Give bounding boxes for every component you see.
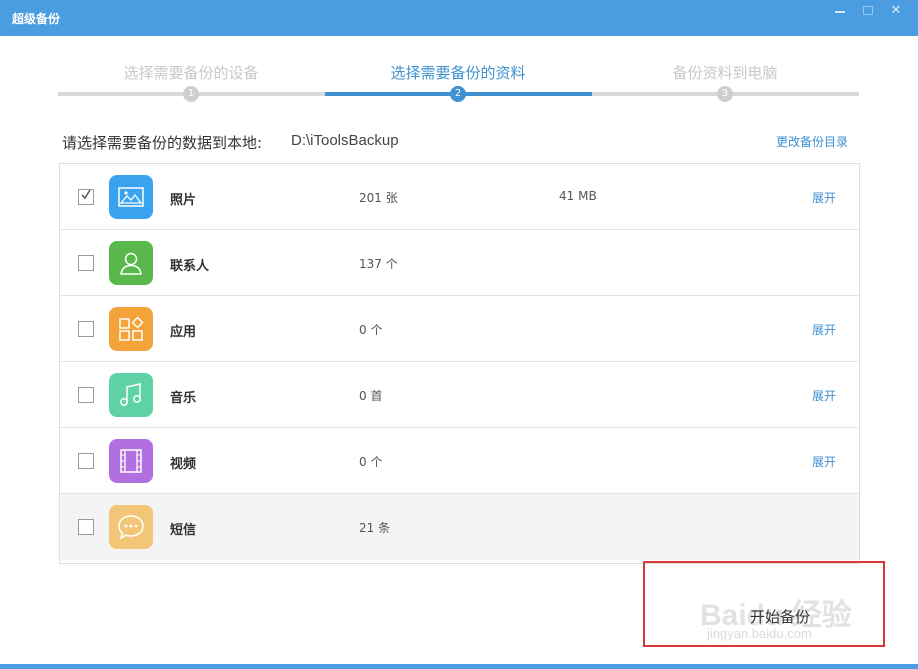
maximize-icon — [863, 5, 873, 15]
window-controls: ✕ — [826, 0, 910, 20]
watermark-url: jingyan.baidu.com — [707, 626, 812, 641]
item-name: 联系人 — [170, 259, 210, 274]
contact-icon — [109, 241, 153, 285]
apps-checkbox[interactable] — [78, 321, 94, 337]
item-count: 21 条 — [359, 521, 391, 535]
step-1-label: 选择需要备份的设备 — [123, 64, 259, 82]
expand-link[interactable]: 展开 — [812, 321, 836, 338]
contacts-checkbox[interactable] — [78, 255, 94, 271]
messages-checkbox[interactable] — [78, 519, 94, 535]
item-count: 0 个 — [359, 455, 383, 469]
step-2-label: 选择需要备份的资料 — [390, 64, 526, 82]
music-checkbox[interactable] — [78, 387, 94, 403]
maximize-button[interactable] — [854, 0, 882, 20]
list-item-video[interactable]: 视频 0 个 展开 — [60, 428, 859, 494]
expand-link[interactable]: 展开 — [812, 453, 836, 470]
item-count: 137 个 — [359, 257, 398, 271]
step-1-marker: 1 — [183, 86, 199, 102]
step-2-marker: 2 — [450, 86, 466, 102]
minimize-icon — [835, 11, 845, 13]
expand-link[interactable]: 展开 — [812, 189, 836, 206]
list-item-photos[interactable]: 照片 201 张 41 MB 展开 — [60, 164, 859, 230]
item-count: 0 首 — [359, 389, 383, 403]
item-count: 0 个 — [359, 323, 383, 337]
window-title: 超级备份 — [12, 12, 61, 26]
photos-checkbox[interactable] — [78, 189, 94, 205]
backup-directory-path: D:\iToolsBackup — [291, 132, 399, 149]
item-name: 短信 — [170, 523, 197, 538]
item-count: 201 张 — [359, 191, 398, 205]
item-name: 音乐 — [170, 391, 197, 406]
list-item-music[interactable]: 音乐 0 首 展开 — [60, 362, 859, 428]
backup-directory-row: 请选择需要备份的数据到本地: D:\iToolsBackup 更改备份目录 — [62, 130, 850, 152]
item-name: 视频 — [170, 457, 197, 472]
list-item-contacts[interactable]: 联系人 137 个 — [60, 230, 859, 296]
backup-directory-label: 请选择需要备份的数据到本地: — [62, 134, 263, 152]
photo-icon — [109, 175, 153, 219]
change-directory-link[interactable]: 更改备份目录 — [776, 133, 848, 150]
music-icon — [109, 373, 153, 417]
video-checkbox[interactable] — [78, 453, 94, 469]
step-3-marker: 3 — [717, 86, 733, 102]
list-item-apps[interactable]: 应用 0 个 展开 — [60, 296, 859, 362]
app-icon — [109, 307, 153, 351]
video-icon — [109, 439, 153, 483]
checkmark-icon — [81, 189, 91, 200]
item-size: 41 MB — [559, 189, 597, 203]
message-icon — [109, 505, 153, 549]
close-icon: ✕ — [890, 2, 902, 18]
step-progress: 选择需要备份的设备 选择需要备份的资料 备份资料到电脑 1 2 3 — [58, 56, 859, 106]
backup-item-list: 照片 201 张 41 MB 展开 联系人 137 个 应用 0 个 展开 音乐… — [59, 163, 860, 564]
window-bottom-border — [0, 664, 918, 669]
list-item-messages[interactable]: 短信 21 条 — [60, 494, 859, 560]
step-3-label: 备份资料到电脑 — [672, 64, 778, 82]
item-name: 照片 — [170, 193, 197, 208]
start-backup-button[interactable]: 开始备份 — [750, 606, 810, 627]
expand-link[interactable]: 展开 — [812, 387, 836, 404]
title-bar: 超级备份 ✕ — [0, 0, 918, 36]
close-button[interactable]: ✕ — [882, 0, 910, 20]
item-name: 应用 — [170, 325, 197, 340]
minimize-button[interactable] — [826, 0, 854, 20]
